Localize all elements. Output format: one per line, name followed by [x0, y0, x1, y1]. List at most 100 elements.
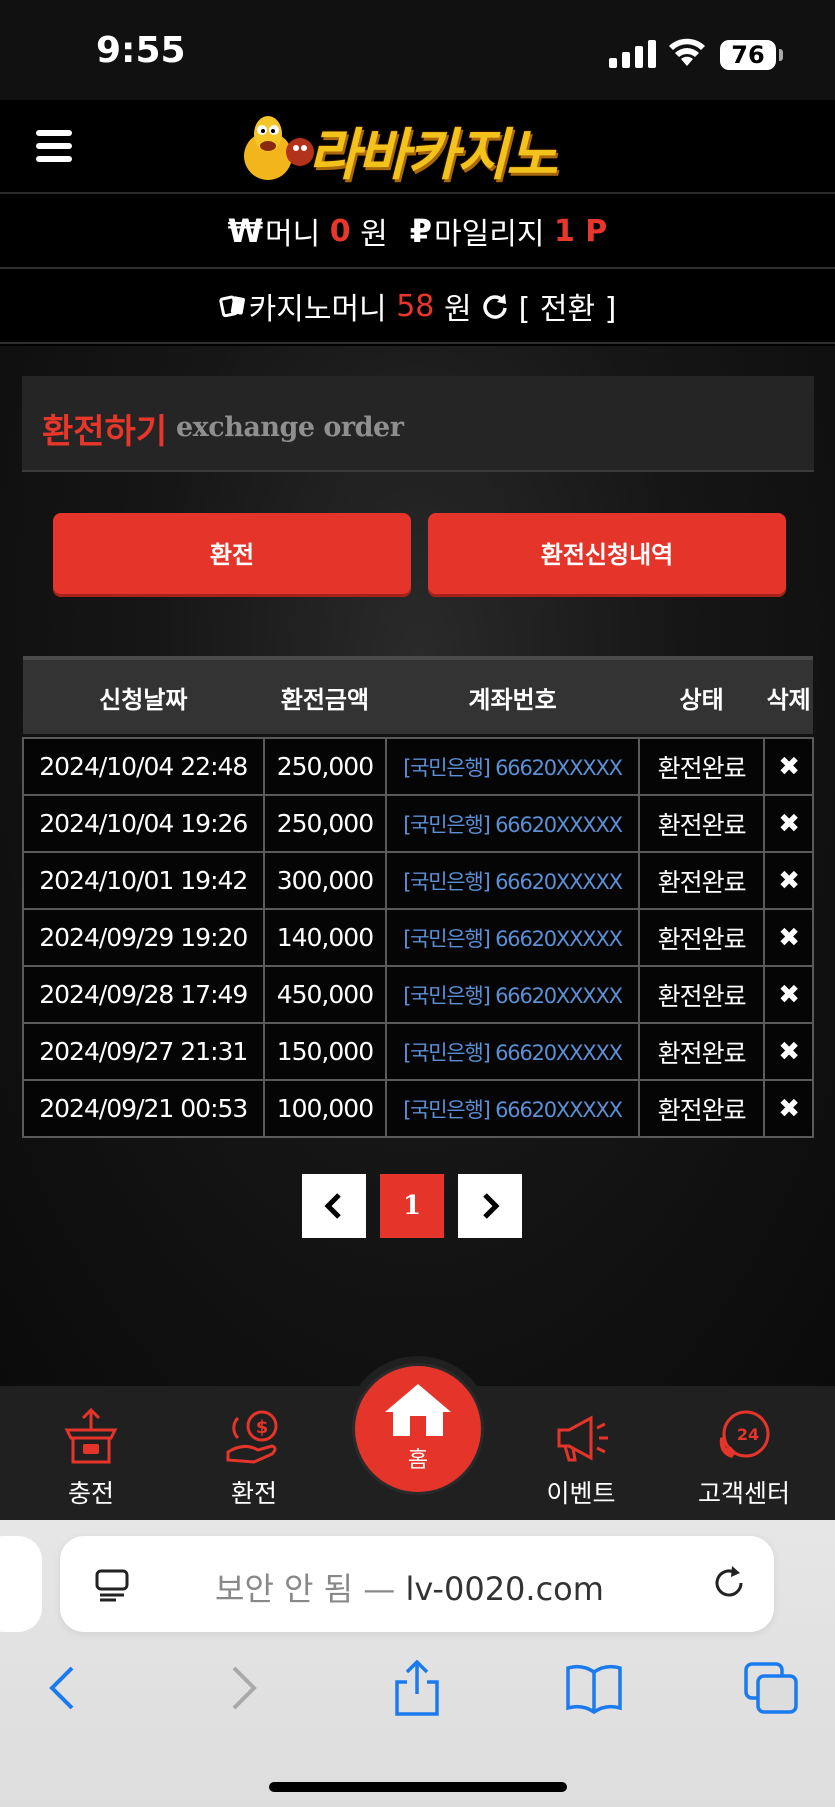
address-bar[interactable]: 보안 안 됨 — lv-0020.com [60, 1536, 774, 1632]
url-security-label: 보안 안 됨 — [215, 1570, 396, 1608]
row-amount: 140,000 [262, 908, 388, 967]
charge-box-icon [64, 1407, 118, 1464]
nav-home-button[interactable]: 홈 [355, 1366, 481, 1492]
won-icon: ₩ [227, 212, 263, 250]
reload-icon[interactable] [710, 1564, 748, 1602]
exchange-button[interactable]: 환전 [53, 513, 411, 597]
row-status: 환전완료 [637, 1079, 766, 1138]
table-row: 2024/10/04 19:26 250,000 [국민은행] 66620XXX… [22, 794, 814, 853]
money-label: 머니 [264, 217, 321, 252]
delete-icon[interactable]: ✖ [763, 1079, 814, 1138]
cellular-signal-icon [609, 40, 656, 68]
site-logo[interactable]: 라바카지노 [228, 110, 608, 188]
row-date: 2024/10/01 19:42 [22, 851, 265, 910]
next-page-button[interactable] [458, 1174, 522, 1238]
status-bar: 9:55 76 [0, 0, 835, 100]
nav-home-wrap: 홈 [345, 1356, 491, 1502]
nav-charge-label: 충전 [67, 1479, 114, 1508]
status-time: 9:55 [96, 30, 186, 71]
row-date: 2024/09/29 19:20 [22, 908, 265, 967]
forward-icon[interactable] [212, 1660, 272, 1716]
convert-button[interactable]: [ 전환 ] [519, 284, 617, 328]
mileage-label: 마일리지 [434, 217, 545, 252]
nav-support[interactable]: 24 고객센터 [684, 1408, 804, 1510]
row-amount: 250,000 [262, 794, 388, 853]
header-amount: 환전금액 [280, 685, 370, 714]
row-account: [국민은행] 66620XXXXX [385, 908, 640, 967]
row-status: 환전완료 [637, 965, 766, 1024]
delete-icon[interactable]: ✖ [763, 908, 814, 967]
row-status: 환전완료 [637, 908, 766, 967]
delete-icon[interactable]: ✖ [763, 794, 814, 853]
row-amount: 250,000 [262, 737, 388, 796]
row-account: [국민은행] 66620XXXXX [385, 1079, 640, 1138]
header-account: 계좌번호 [468, 685, 557, 714]
share-icon[interactable] [387, 1660, 447, 1716]
exchange-history-button[interactable]: 환전신청내역 [428, 513, 786, 597]
hamburger-icon[interactable] [36, 130, 72, 162]
previous-tab-preview[interactable] [0, 1536, 42, 1632]
battery-icon: 76 [720, 40, 783, 70]
exchange-history-table: 신청날짜 환전금액 계좌번호 상태 삭제 2024/10/04 22:48 25… [22, 656, 814, 1138]
page-button-current[interactable]: 1 [380, 1174, 444, 1238]
chevron-left-icon [324, 1193, 341, 1219]
mileage-value: 1 P [553, 213, 608, 249]
refresh-icon[interactable] [481, 292, 509, 320]
table-row: 2024/09/29 19:20 140,000 [국민은행] 66620XXX… [22, 908, 814, 967]
url-text: 보안 안 됨 — lv-0020.com [215, 1564, 604, 1610]
row-date: 2024/09/28 17:49 [22, 965, 265, 1024]
row-amount: 450,000 [262, 965, 388, 1024]
row-amount: 100,000 [262, 1079, 388, 1138]
casino-money-unit: 원 [443, 292, 472, 327]
bookmarks-icon[interactable] [564, 1660, 624, 1716]
prev-page-button[interactable] [302, 1174, 366, 1238]
row-date: 2024/10/04 22:48 [22, 737, 265, 796]
delete-icon[interactable]: ✖ [763, 851, 814, 910]
nav-event[interactable]: 이벤트 [521, 1408, 641, 1510]
row-account: [국민은행] 66620XXXXX [385, 1022, 640, 1081]
home-icon [385, 1384, 451, 1436]
row-account: [국민은행] 66620XXXXX [385, 794, 640, 853]
site-header: 라바카지노 [0, 100, 835, 194]
table-header-row: 신청날짜 환전금액 계좌번호 상태 삭제 [23, 658, 813, 734]
tabs-icon[interactable] [742, 1660, 802, 1716]
row-date: 2024/10/04 19:26 [22, 794, 265, 853]
casino-balance-bar: 카지노머니 58 원 [ 전환 ] [0, 270, 835, 344]
row-date: 2024/09/27 21:31 [22, 1022, 265, 1081]
pagination: 1 [302, 1174, 522, 1238]
bottom-navigation: 충전 $ 환전 홈 이벤트 24 고객센터 [0, 1356, 835, 1520]
table-row: 2024/09/27 21:31 150,000 [국민은행] 66620XXX… [22, 1022, 814, 1081]
logo-text: 라바카지노 [308, 123, 558, 188]
megaphone-icon [557, 1415, 608, 1462]
delete-icon[interactable]: ✖ [763, 965, 814, 1024]
url-domain: lv-0020.com [405, 1570, 604, 1608]
row-amount: 150,000 [262, 1022, 388, 1081]
home-indicator [269, 1782, 567, 1792]
casino-money-value: 58 [396, 288, 435, 324]
browser-chrome: 보안 안 됨 — lv-0020.com [0, 1520, 835, 1807]
page-menu-icon[interactable] [94, 1568, 130, 1602]
row-status: 환전완료 [637, 737, 766, 796]
back-icon[interactable] [34, 1660, 94, 1716]
header-date: 신청날짜 [99, 685, 188, 714]
svg-text:$: $ [256, 1417, 269, 1438]
money-value: 0 [329, 213, 351, 249]
casino-money-label: 카지노머니 [248, 292, 387, 327]
nav-support-label: 고객센터 [697, 1479, 790, 1508]
nav-exchange[interactable]: $ 환전 [194, 1408, 314, 1510]
main-content: 환전하기 exchange order 환전 환전신청내역 신청날짜 환전금액 … [0, 346, 835, 1386]
dice-icon [218, 295, 245, 318]
page-title: 환전하기 [42, 412, 168, 452]
larva-mascot-icon [244, 116, 314, 180]
balance-bar: ₩ 머니 0 원 ₽ 마일리지 1 P [0, 195, 835, 269]
row-status: 환전완료 [637, 794, 766, 853]
table-row: 2024/09/21 00:53 100,000 [국민은행] 66620XXX… [22, 1079, 814, 1138]
row-date: 2024/09/21 00:53 [22, 1079, 265, 1138]
page-subtitle: exchange order [176, 412, 404, 443]
row-account: [국민은행] 66620XXXXX [385, 851, 640, 910]
delete-icon[interactable]: ✖ [763, 737, 814, 796]
delete-icon[interactable]: ✖ [763, 1022, 814, 1081]
row-amount: 300,000 [262, 851, 388, 910]
table-row: 2024/09/28 17:49 450,000 [국민은행] 66620XXX… [22, 965, 814, 1024]
nav-charge[interactable]: 충전 [31, 1407, 151, 1510]
